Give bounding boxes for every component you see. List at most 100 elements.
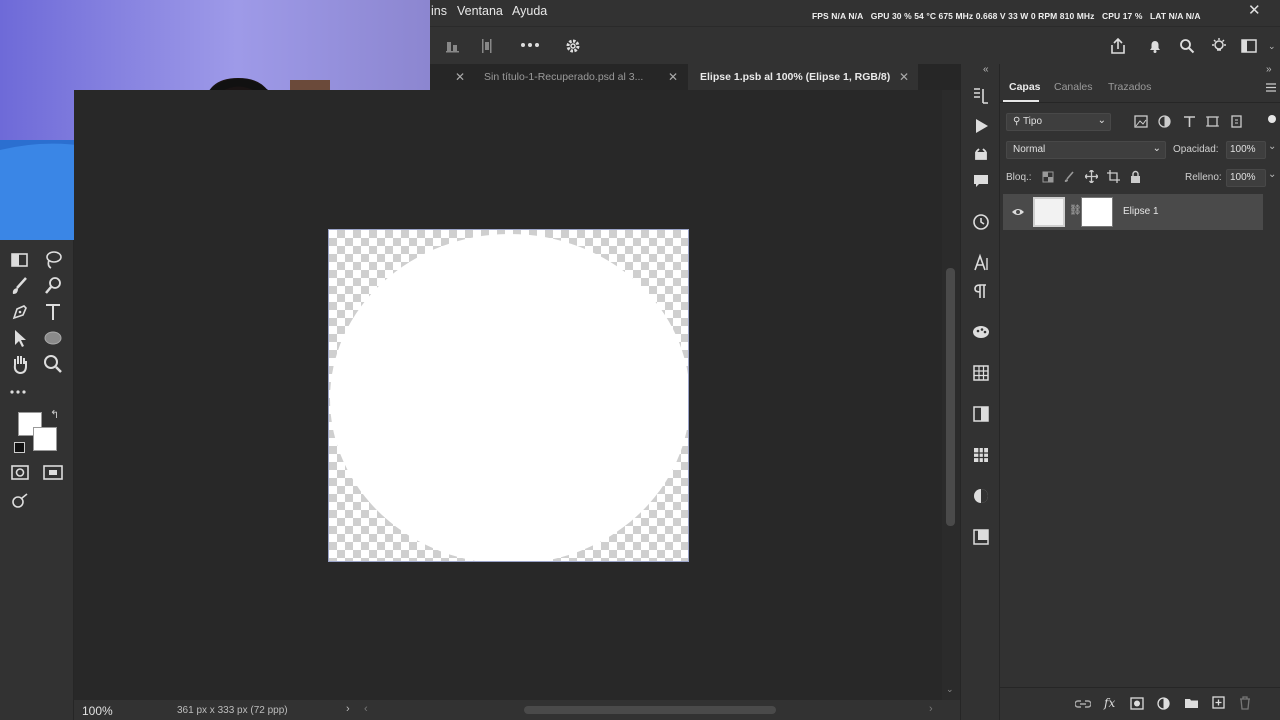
menu-ayuda[interactable]: Ayuda bbox=[512, 4, 547, 18]
search-icon[interactable] bbox=[1179, 38, 1195, 54]
close-icon[interactable]: ✕ bbox=[1248, 1, 1261, 19]
background-color-swatch[interactable] bbox=[33, 427, 57, 451]
glyph-icon[interactable] bbox=[971, 144, 991, 164]
lock-image-icon[interactable] bbox=[1063, 171, 1075, 183]
tab-close-icon[interactable]: ✕ bbox=[455, 70, 465, 84]
filter-smart-object-icon[interactable] bbox=[1230, 115, 1243, 128]
opacity-label: Opacidad: bbox=[1173, 144, 1219, 155]
tab-trazados[interactable]: Trazados bbox=[1108, 81, 1151, 93]
lightbulb-icon[interactable] bbox=[1210, 37, 1228, 55]
tab-elipse-1[interactable]: Elipse 1.psb al 100% (Elipse 1, RGB/8) ✕ bbox=[688, 64, 918, 90]
blend-mode-dropdown[interactable]: Normal ⌄ bbox=[1006, 141, 1166, 159]
gradients-icon[interactable] bbox=[971, 404, 991, 424]
lock-artboard-icon[interactable] bbox=[1107, 170, 1120, 183]
distribute-icon[interactable] bbox=[480, 39, 494, 53]
patterns-icon[interactable] bbox=[971, 445, 991, 465]
workspace-icon[interactable] bbox=[1241, 39, 1257, 53]
layer-mask-thumbnail[interactable] bbox=[1081, 197, 1113, 227]
path-selection-icon[interactable] bbox=[8, 326, 32, 350]
horizontal-scroll-thumb[interactable] bbox=[524, 706, 776, 714]
gear-icon[interactable] bbox=[565, 38, 581, 54]
pen-tool-icon[interactable] bbox=[8, 300, 32, 324]
layer-thumbnail[interactable] bbox=[1033, 197, 1065, 227]
lock-position-icon[interactable] bbox=[1085, 170, 1098, 183]
collapse-panels-icon[interactable]: « bbox=[983, 64, 989, 75]
layer-name[interactable]: Elipse 1 bbox=[1123, 206, 1159, 217]
stamp-tool-icon[interactable] bbox=[41, 274, 65, 298]
lock-all-icon[interactable] bbox=[1130, 170, 1141, 183]
scroll-left-icon[interactable]: ‹ bbox=[364, 703, 368, 715]
menu-ventana[interactable]: Ventana bbox=[457, 4, 503, 18]
new-group-icon[interactable] bbox=[1184, 697, 1199, 709]
filter-type-icon[interactable] bbox=[1183, 115, 1196, 128]
bell-icon[interactable] bbox=[1147, 38, 1163, 54]
tab-capas[interactable]: Capas bbox=[1009, 81, 1041, 93]
vertical-scrollbar[interactable]: ⌄ bbox=[942, 90, 960, 700]
layer-row-elipse-1[interactable]: ⛓ Elipse 1 bbox=[1003, 194, 1263, 230]
comments-icon[interactable] bbox=[971, 171, 991, 191]
lat-readout: LAT N/A N/A bbox=[1149, 11, 1201, 21]
chevron-right-icon[interactable]: › bbox=[346, 703, 350, 715]
libraries-icon[interactable] bbox=[971, 527, 991, 547]
filter-type-dropdown[interactable]: ⚲ Tipo ⌄ bbox=[1006, 113, 1111, 131]
filter-adjustment-icon[interactable] bbox=[1158, 115, 1171, 128]
adjustments-icon[interactable] bbox=[971, 486, 991, 506]
swap-colors-icon[interactable]: ↰ bbox=[50, 408, 59, 421]
align-bottom-icon[interactable] bbox=[446, 39, 460, 53]
brush-tool-icon[interactable] bbox=[8, 274, 32, 298]
menu-plugins[interactable]: ins bbox=[431, 4, 447, 18]
character-icon[interactable] bbox=[971, 253, 991, 273]
new-layer-icon[interactable] bbox=[1212, 696, 1225, 709]
eye-icon[interactable] bbox=[1011, 207, 1025, 217]
lasso-tool-icon[interactable] bbox=[41, 248, 65, 272]
paragraph-icon[interactable] bbox=[971, 281, 991, 301]
tab-canales[interactable]: Canales bbox=[1054, 81, 1093, 93]
link-icon[interactable]: ⛓ bbox=[1069, 205, 1082, 216]
lock-transparent-icon[interactable] bbox=[1042, 171, 1054, 183]
swatches-icon[interactable] bbox=[971, 363, 991, 383]
collapse-right-icon[interactable]: » bbox=[1266, 64, 1272, 75]
history-brush-icon[interactable] bbox=[971, 86, 991, 106]
share-icon[interactable] bbox=[1109, 37, 1127, 55]
link-layers-icon[interactable] bbox=[1075, 698, 1091, 710]
chevron-down-icon[interactable]: ⌄ bbox=[1268, 169, 1276, 180]
default-colors-icon[interactable] bbox=[14, 442, 25, 453]
document-canvas[interactable] bbox=[328, 229, 689, 562]
fx-icon[interactable]: fx bbox=[1104, 696, 1115, 710]
add-mask-icon[interactable] bbox=[1130, 697, 1144, 710]
play-action-icon[interactable] bbox=[971, 116, 991, 136]
ellipse-tool-icon[interactable] bbox=[41, 326, 65, 350]
trash-icon[interactable] bbox=[1239, 696, 1251, 710]
vertical-scroll-thumb[interactable] bbox=[946, 268, 955, 526]
filter-value: Tipo bbox=[1022, 116, 1043, 127]
tab-label: Sin título-1-Recuperado.psd al 3... bbox=[484, 71, 644, 83]
filter-shape-icon[interactable] bbox=[1206, 115, 1219, 128]
chevron-down-icon[interactable]: ⌄ bbox=[1268, 141, 1276, 152]
hand-tool-icon[interactable] bbox=[8, 352, 32, 376]
more-tools-icon[interactable] bbox=[8, 380, 32, 404]
history-icon[interactable] bbox=[971, 212, 991, 232]
type-tool-icon[interactable] bbox=[41, 300, 65, 324]
blend-mode-value: Normal bbox=[1013, 144, 1046, 155]
tab-close-icon[interactable]: ✕ bbox=[899, 70, 909, 84]
screen-mode-icon[interactable] bbox=[41, 460, 65, 484]
filter-toggle[interactable] bbox=[1268, 115, 1276, 123]
tab-close-icon[interactable]: ✕ bbox=[668, 70, 678, 84]
opacity-input[interactable]: 100% bbox=[1226, 141, 1266, 159]
tab-sin-titulo[interactable]: Sin título-1-Recuperado.psd al 3... ✕ bbox=[472, 64, 688, 90]
color-palette-icon[interactable] bbox=[971, 322, 991, 342]
scroll-right-icon[interactable]: › bbox=[929, 703, 933, 715]
zoom-level[interactable]: 100% bbox=[82, 704, 113, 718]
zoom-tool-icon[interactable] bbox=[41, 352, 65, 376]
new-fill-layer-icon[interactable] bbox=[1157, 697, 1170, 710]
scroll-down-icon[interactable]: ⌄ bbox=[946, 684, 954, 695]
filter-pixel-icon[interactable] bbox=[1134, 115, 1148, 128]
gradient-tool-icon[interactable] bbox=[8, 248, 32, 272]
edit-toolbar-icon[interactable] bbox=[8, 490, 32, 514]
quick-mask-icon[interactable] bbox=[8, 460, 32, 484]
more-options-icon[interactable] bbox=[521, 42, 539, 48]
panel-menu-icon[interactable] bbox=[1266, 83, 1276, 92]
fill-input[interactable]: 100% bbox=[1226, 169, 1266, 187]
chevron-down-icon[interactable]: ⌄ bbox=[1268, 41, 1276, 52]
ellipse-shape[interactable] bbox=[330, 234, 688, 561]
